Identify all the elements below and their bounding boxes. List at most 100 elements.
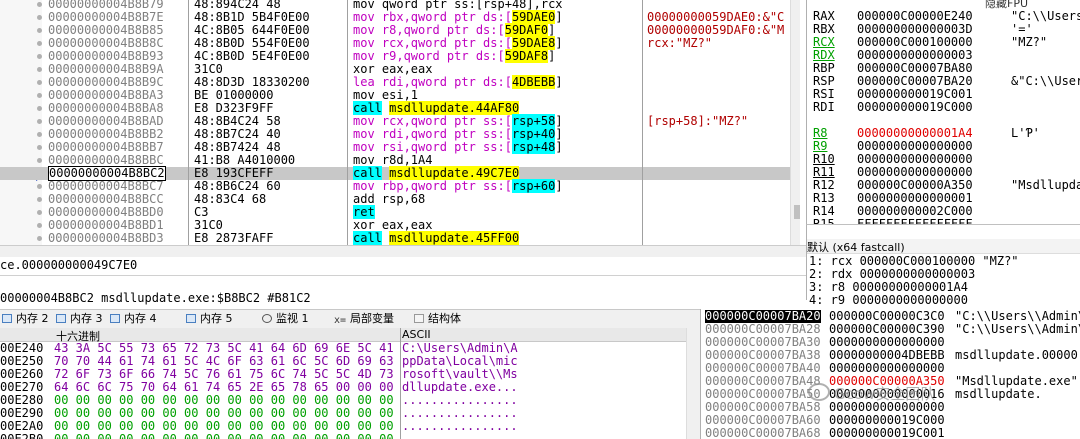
breakpoint-dot[interactable] bbox=[37, 132, 42, 137]
register-comment: &"C:\\Users bbox=[1011, 74, 1080, 88]
calling-convention-label[interactable]: 默认 (x64 fastcall) bbox=[807, 239, 1080, 254]
info-divider bbox=[0, 275, 806, 276]
instruction-token: rsp+60 bbox=[511, 179, 556, 193]
struct-icon bbox=[414, 314, 424, 323]
instruction-token: msdllupdate.45FF00 bbox=[389, 231, 520, 245]
info-panel: ce.000000000049C7E0 00000004B8BC2 msdllu… bbox=[0, 257, 806, 309]
registers-panel[interactable]: 隐藏FPU RAX 000000C00000E240 "C:\\Users RBX 00… bbox=[806, 0, 1080, 224]
column-divider bbox=[347, 0, 348, 245]
tab-label: 局部变量 bbox=[350, 312, 395, 325]
tab-label: 内存 4 bbox=[124, 312, 157, 325]
instruction-token: ret bbox=[353, 205, 375, 219]
breakpoint-dot[interactable] bbox=[37, 158, 42, 163]
tab-memory-5[interactable]: 内存 5 bbox=[186, 310, 233, 328]
scrollbar-thumb[interactable] bbox=[794, 205, 800, 219]
stack-comment: msdllupdate. bbox=[955, 387, 1042, 401]
breakpoint-dot[interactable] bbox=[37, 41, 42, 46]
disassembly-row[interactable]: 00000000004B8BD3 E8 2873FAFF call msdllupd… bbox=[0, 231, 800, 245]
dump-ascii[interactable]: ................ bbox=[402, 433, 518, 439]
register-comment: "MZ?" bbox=[1011, 35, 1048, 49]
instruction-token: call bbox=[353, 231, 382, 245]
info-line-target: ce.000000000049C7E0 bbox=[0, 258, 138, 272]
tab-watch[interactable]: 监视 1 bbox=[262, 310, 309, 328]
instruction-token: mov rdi,qword ptr ss:[ bbox=[353, 127, 512, 141]
stack-row[interactable]: 000000C00007BA68 000000000019C001 bbox=[705, 427, 1080, 439]
instruction-token: ] bbox=[548, 23, 556, 37]
watch-icon bbox=[262, 314, 272, 323]
call-args-panel[interactable]: 默认 (x64 fastcall) 1: rcx 000000C00010000… bbox=[806, 224, 1080, 307]
instruction-text[interactable]: call msdllupdate.45FF00 bbox=[353, 231, 520, 245]
dump-hex-bytes[interactable]: 00 00 00 00 00 00 00 00 00 00 00 00 00 0… bbox=[54, 433, 394, 439]
register-row[interactable]: RDI 000000000019C000 bbox=[807, 101, 1080, 114]
tab-label: 结构体 bbox=[428, 312, 461, 325]
instruction-token: mov rcx,qword ptr ss:[ bbox=[353, 114, 512, 128]
stack-address[interactable]: 000000C00007BA68 bbox=[705, 427, 821, 439]
instruction-token: 59DAF0 bbox=[504, 23, 549, 37]
register-value[interactable]: 000000000019C000 bbox=[857, 101, 973, 114]
breakpoint-dot[interactable] bbox=[37, 2, 42, 7]
instruction-token: call bbox=[353, 101, 382, 115]
memory-icon bbox=[56, 314, 66, 323]
instruction-token: ] bbox=[555, 127, 563, 141]
tab-struct[interactable]: 结构体 bbox=[414, 310, 461, 328]
column-divider bbox=[188, 0, 189, 245]
breakpoint-dot[interactable] bbox=[37, 223, 42, 228]
stack-view[interactable]: 000000C00007BA20 000000C00000C3C0 "C:\\Use… bbox=[700, 309, 1080, 439]
stack-comment: msdllupdate.00000 bbox=[955, 348, 1078, 362]
dump-scrollbar[interactable] bbox=[686, 328, 700, 439]
instruction-comment: rcx:"MZ?" bbox=[647, 36, 713, 50]
instruction-token: ] bbox=[548, 49, 556, 63]
breakpoint-dot[interactable] bbox=[37, 210, 42, 215]
watermark: Gcow安全团队 bbox=[808, 383, 935, 407]
tab-label: 内存 5 bbox=[200, 312, 233, 325]
dump-row[interactable]: 00E2B0 00 00 00 00 00 00 00 00 00 00 00 0… bbox=[0, 433, 700, 439]
breakpoint-dot[interactable] bbox=[37, 197, 42, 202]
dump-header-ascii[interactable]: ASCII bbox=[400, 328, 686, 342]
breakpoint-dot[interactable] bbox=[37, 15, 42, 20]
breakpoint-dot[interactable] bbox=[37, 145, 42, 150]
instruction-token: rsp+40 bbox=[511, 127, 556, 141]
instruction-token: ] bbox=[555, 179, 563, 193]
column-divider bbox=[400, 328, 401, 439]
breakpoint-dot[interactable] bbox=[37, 28, 42, 33]
tab-memory-2[interactable]: 内存 2 bbox=[2, 310, 49, 328]
breakpoint-dot[interactable] bbox=[37, 80, 42, 85]
instruction-token: msdllupdate.44AF80 bbox=[389, 101, 520, 115]
stack-value[interactable]: 000000000019C001 bbox=[829, 427, 945, 439]
breakpoint-dot[interactable] bbox=[37, 119, 42, 124]
breakpoint-dot[interactable] bbox=[37, 236, 42, 241]
register-comment: L'Ƥ' bbox=[1011, 126, 1040, 140]
dump-header-address bbox=[0, 328, 54, 342]
dump-header-ascii-label: ASCII bbox=[402, 328, 431, 341]
tab-memory-3[interactable]: 内存 3 bbox=[56, 310, 103, 328]
info-line-address: 00000004B8BC2 msdllupdate.exe:$B8BC2 #B8… bbox=[0, 291, 311, 305]
breakpoint-dot[interactable] bbox=[37, 184, 42, 189]
breakpoint-dot[interactable] bbox=[37, 106, 42, 111]
memory-icon bbox=[110, 314, 120, 323]
instruction-token: mov rbp,qword ptr ss:[ bbox=[353, 179, 512, 193]
tab-memory-4[interactable]: 内存 4 bbox=[110, 310, 157, 328]
wechat-icon bbox=[808, 383, 830, 401]
stack-comment: "C:\\Users\\Admin\ bbox=[955, 322, 1080, 336]
instruction-address[interactable]: 00000000004B8BD3 bbox=[48, 232, 164, 245]
instruction-token: mov r9,qword ptr ds:[ bbox=[353, 49, 505, 63]
instruction-token: 4DBEBB bbox=[511, 75, 556, 89]
breakpoint-dot[interactable] bbox=[37, 93, 42, 98]
instruction-token: call bbox=[353, 166, 382, 180]
call-arg-row[interactable]: 4: r9 0000000000000000 bbox=[809, 294, 968, 307]
tab-locals[interactable]: x= 局部变量 bbox=[334, 310, 394, 328]
disassembly-view[interactable]: 00000000004B8B79 48:894C24 48 mov qword pt… bbox=[0, 0, 800, 245]
tab-label: 监视 1 bbox=[276, 312, 309, 325]
instruction-token: mov rbx,qword ptr ds:[ bbox=[353, 10, 512, 24]
instruction-token: rsp+58 bbox=[511, 114, 556, 128]
breakpoint-dot[interactable] bbox=[37, 54, 42, 59]
tab-label: 内存 3 bbox=[70, 312, 103, 325]
instruction-token: ] bbox=[555, 140, 563, 154]
dump-header-hex[interactable]: 十六进制 bbox=[54, 328, 400, 343]
breakpoint-dot[interactable] bbox=[37, 67, 42, 72]
disassembly-scrollbar[interactable] bbox=[790, 0, 800, 245]
watermark-text: Gcow安全团队 bbox=[834, 385, 936, 403]
instruction-token: ] bbox=[555, 114, 563, 128]
memory-dump-view[interactable]: 十六进制 ASCII 00E240 43 3A 5C 55 73 65 72 73… bbox=[0, 328, 700, 439]
instruction-token: mov rsi,qword ptr ss:[ bbox=[353, 140, 512, 154]
